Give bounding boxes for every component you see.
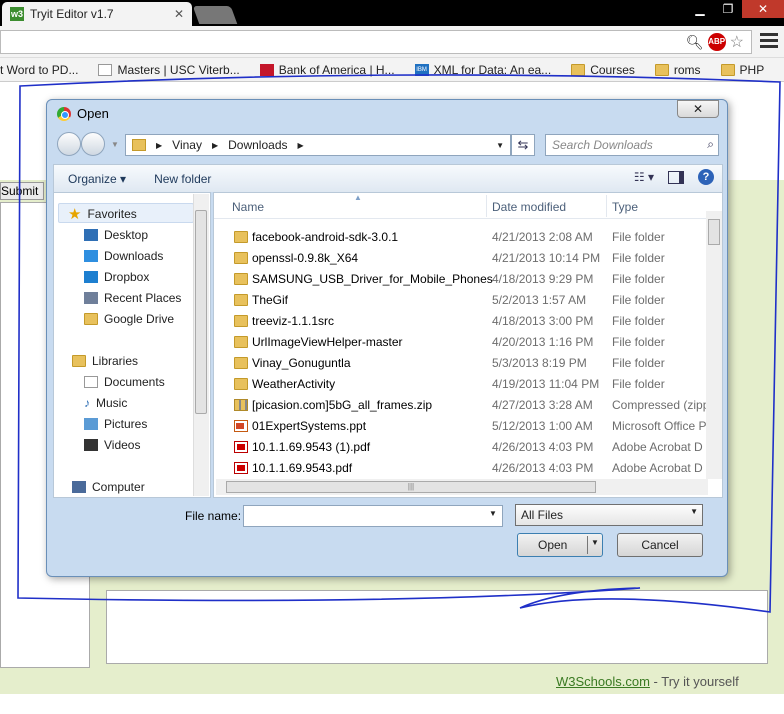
scribble-annotation: [17, 74, 781, 613]
